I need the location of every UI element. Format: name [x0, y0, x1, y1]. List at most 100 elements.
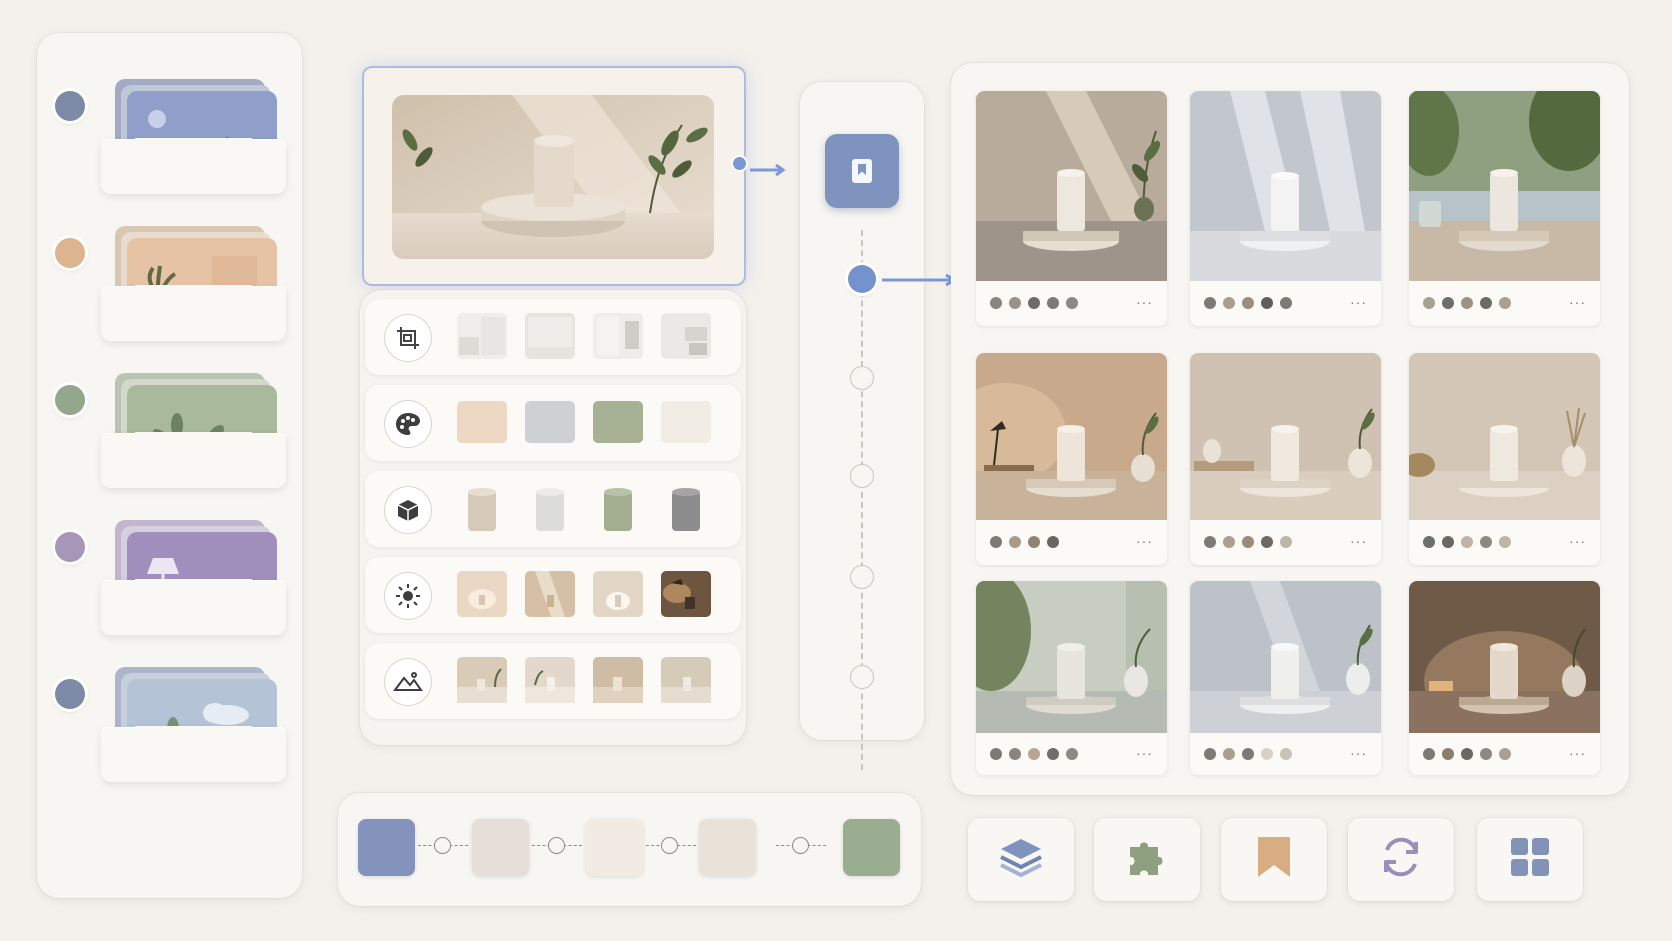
- color-swatch[interactable]: [457, 401, 507, 443]
- palette-swatch[interactable]: [843, 819, 900, 876]
- color-dots: [990, 535, 1066, 553]
- timeline-node[interactable]: [850, 464, 874, 488]
- bookmark-step-button[interactable]: [825, 134, 899, 208]
- color-swatch[interactable]: [661, 401, 711, 443]
- source-tray-foliage[interactable]: [37, 357, 302, 488]
- option-row-material: [365, 471, 741, 547]
- more-options-button[interactable]: ···: [1136, 745, 1153, 761]
- palette-swatch[interactable]: [699, 819, 756, 876]
- result-card-7[interactable]: ···: [976, 581, 1167, 775]
- result-card-5[interactable]: ···: [1190, 353, 1381, 565]
- result-card-4[interactable]: ···: [976, 353, 1167, 565]
- more-options-button[interactable]: ···: [1569, 745, 1586, 761]
- option-row-scene: [365, 643, 741, 719]
- layout-option[interactable]: [525, 313, 575, 359]
- color-dots: [1204, 747, 1299, 765]
- options-panel: [360, 290, 746, 745]
- scene-option[interactable]: [661, 657, 711, 703]
- timeline-node[interactable]: [850, 565, 874, 589]
- color-dots: [990, 296, 1085, 314]
- result-image: [1409, 353, 1600, 520]
- palette-link-node[interactable]: [661, 837, 678, 854]
- tray-holder: [101, 138, 286, 194]
- source-tray-sky[interactable]: [37, 651, 302, 782]
- timeline-node[interactable]: [850, 665, 874, 689]
- more-options-button[interactable]: ···: [1136, 294, 1153, 310]
- color-swatch[interactable]: [593, 401, 643, 443]
- grid-view-button[interactable]: [1477, 818, 1583, 901]
- result-image: [1190, 353, 1381, 520]
- more-options-button[interactable]: ···: [1569, 294, 1586, 310]
- lighting-option[interactable]: [593, 571, 643, 617]
- material-option[interactable]: [593, 485, 643, 531]
- more-options-button[interactable]: ···: [1350, 745, 1367, 761]
- color-dots: [1423, 747, 1518, 765]
- bookmark-icon: [1254, 834, 1294, 885]
- palette-swatch[interactable]: [472, 819, 529, 876]
- more-options-button[interactable]: ···: [1569, 533, 1586, 549]
- result-card-9[interactable]: ···: [1409, 581, 1600, 775]
- result-card-3[interactable]: ···: [1409, 91, 1600, 326]
- layout-option[interactable]: [593, 313, 643, 359]
- color-swatch[interactable]: [525, 401, 575, 443]
- source-tray-landscape[interactable]: [37, 63, 302, 194]
- result-image: [1190, 581, 1381, 733]
- sun-icon[interactable]: [385, 573, 431, 619]
- mountain-icon[interactable]: [385, 659, 431, 705]
- results-gallery: ··· ··· ··· ··· ··· ··· ··· ··· ···: [951, 63, 1629, 795]
- grid-icon: [1509, 836, 1551, 883]
- scene-option[interactable]: [525, 657, 575, 703]
- more-options-button[interactable]: ···: [1350, 294, 1367, 310]
- layers-icon: [998, 835, 1044, 884]
- tray-holder: [101, 579, 286, 635]
- tray-holder: [101, 432, 286, 488]
- refresh-button[interactable]: [1348, 818, 1454, 901]
- timeline-node-active[interactable]: [848, 265, 876, 293]
- arrow-right-icon: [750, 163, 786, 181]
- timeline-node[interactable]: [850, 366, 874, 390]
- palette-link-node[interactable]: [434, 837, 451, 854]
- crop-icon[interactable]: [385, 315, 431, 361]
- more-options-button[interactable]: ···: [1136, 533, 1153, 549]
- scene-option[interactable]: [457, 657, 507, 703]
- scene-preview[interactable]: [364, 68, 786, 284]
- color-dots: [1423, 535, 1518, 553]
- material-option[interactable]: [525, 485, 575, 531]
- layers-button[interactable]: [968, 818, 1074, 901]
- source-tray-interior[interactable]: [37, 210, 302, 341]
- source-tray-lamp[interactable]: [37, 504, 302, 635]
- lighting-option[interactable]: [525, 571, 575, 617]
- result-image: [1409, 91, 1600, 281]
- palette-swatch[interactable]: [358, 819, 415, 876]
- option-row-lighting: [365, 557, 741, 633]
- scene-option[interactable]: [593, 657, 643, 703]
- result-card-1[interactable]: ···: [976, 91, 1167, 326]
- palette-link-node[interactable]: [792, 837, 809, 854]
- layout-option[interactable]: [457, 313, 507, 359]
- result-card-8[interactable]: ···: [1190, 581, 1381, 775]
- bookmark-button[interactable]: [1221, 818, 1327, 901]
- material-option[interactable]: [661, 485, 711, 531]
- color-dots: [1423, 296, 1518, 314]
- result-image: [976, 353, 1167, 520]
- cube-icon[interactable]: [385, 487, 431, 533]
- refresh-icon: [1378, 834, 1424, 885]
- result-card-6[interactable]: ···: [1409, 353, 1600, 565]
- palette-icon[interactable]: [385, 401, 431, 447]
- result-image: [976, 581, 1167, 733]
- palette-link-node[interactable]: [548, 837, 565, 854]
- option-row-layout: [365, 299, 741, 375]
- more-options-button[interactable]: ···: [1350, 533, 1367, 549]
- result-image: [976, 91, 1167, 281]
- lighting-option[interactable]: [661, 571, 711, 617]
- material-option[interactable]: [457, 485, 507, 531]
- arrow-right-icon: [882, 273, 958, 291]
- palette-swatch[interactable]: [586, 819, 643, 876]
- output-connector: [733, 157, 746, 170]
- puzzle-button[interactable]: [1094, 818, 1200, 901]
- result-card-2[interactable]: ···: [1190, 91, 1381, 326]
- color-dots: [990, 747, 1085, 765]
- tray-holder: [101, 726, 286, 782]
- layout-option[interactable]: [661, 313, 711, 359]
- lighting-option[interactable]: [457, 571, 507, 617]
